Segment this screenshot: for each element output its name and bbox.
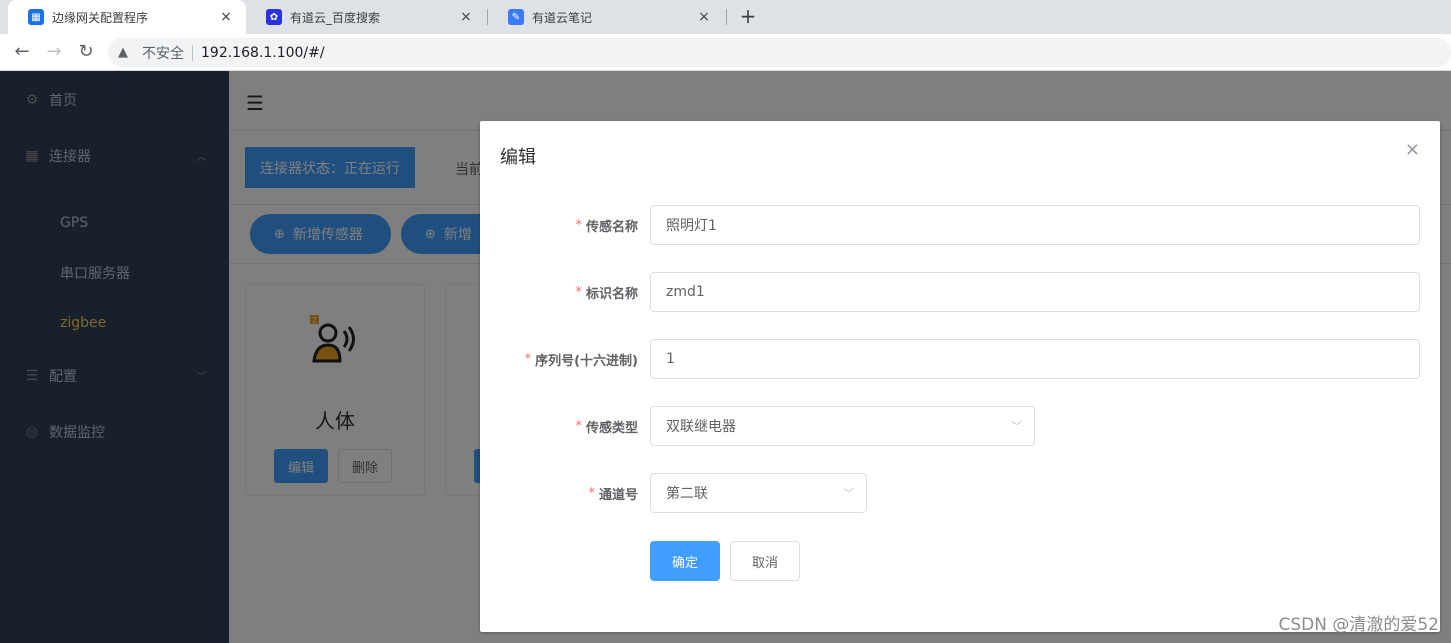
browser-tab-youdao[interactable]: ✎ 有道云笔记 × xyxy=(488,0,724,34)
label-text: 序列号(十六进制) xyxy=(535,353,638,369)
browser-toolbar: ← → ↻ ▲ 不安全 192.168.1.100/#/ xyxy=(0,34,1451,71)
select-value: 第二联 xyxy=(666,486,708,502)
field-label-sensor-name: * 传感名称 xyxy=(575,205,638,245)
back-arrow-icon[interactable]: ← xyxy=(10,40,34,64)
tab-title: 有道云_百度搜索 xyxy=(290,10,381,25)
baidu-favicon-icon: ✿ xyxy=(266,9,282,25)
serial-number-input[interactable]: 1 xyxy=(650,339,1420,379)
required-mark: * xyxy=(524,351,532,367)
url-text[interactable]: 192.168.1.100/#/ xyxy=(201,45,325,61)
chevron-down-icon: ﹀ xyxy=(1011,420,1022,433)
gateway-favicon-icon: ▦ xyxy=(28,9,44,25)
reload-icon[interactable]: ↻ xyxy=(74,40,98,64)
tab-title: 有道云笔记 xyxy=(532,10,593,25)
field-label-serial-number: * 序列号(十六进制) xyxy=(525,339,638,379)
warning-triangle-icon[interactable]: ▲ xyxy=(118,45,134,60)
url-separator xyxy=(192,44,193,61)
browser-tab-baidu[interactable]: ✿ 有道云_百度搜索 × xyxy=(246,0,486,34)
identifier-input[interactable]: zmd1 xyxy=(650,272,1420,312)
security-label[interactable]: 不安全 xyxy=(142,43,184,63)
youdao-favicon-icon: ✎ xyxy=(508,9,524,25)
address-bar[interactable]: ▲ 不安全 192.168.1.100/#/ xyxy=(108,38,1451,67)
select-value: 双联继电器 xyxy=(666,419,736,435)
edit-dialog: 编辑 × * 传感名称 照明灯1 * 标识名称 zmd1 * 序列号(十六进制)… xyxy=(480,121,1440,632)
new-tab-button[interactable]: + xyxy=(736,5,760,29)
label-text: 传感类型 xyxy=(585,420,638,436)
field-label-sensor-type: * 传感类型 xyxy=(575,406,638,446)
field-label-identifier: * 标识名称 xyxy=(575,272,638,312)
required-mark: * xyxy=(575,284,582,300)
chevron-down-icon: ﹀ xyxy=(843,487,854,500)
sensor-type-select[interactable]: 双联继电器 ﹀ xyxy=(650,406,1035,446)
tab-separator xyxy=(726,9,727,25)
label-text: 标识名称 xyxy=(585,286,638,302)
app-root: ⚙ 首页 ▦ 连接器 ︿ GPS 串口服务器 zigbee ☰ 配置 ﹀ ◎ 数… xyxy=(0,71,1451,643)
tab-close-icon[interactable]: × xyxy=(458,9,474,25)
cancel-button[interactable]: 取消 xyxy=(730,541,800,581)
required-mark: * xyxy=(575,418,582,434)
browser-tab-gateway[interactable]: ▦ 边缘网关配置程序 × xyxy=(8,0,246,34)
label-text: 传感名称 xyxy=(585,219,638,235)
forward-arrow-icon[interactable]: → xyxy=(42,40,66,64)
browser-tab-bar: ▦ 边缘网关配置程序 × ✿ 有道云_百度搜索 × ✎ 有道云笔记 × + xyxy=(0,0,1451,34)
watermark: CSDN @清澈的爱52 xyxy=(1278,615,1439,635)
tab-close-icon[interactable]: × xyxy=(696,9,712,25)
label-text: 通道号 xyxy=(598,487,638,503)
field-label-channel: * 通道号 xyxy=(588,473,638,513)
dialog-title: 编辑 xyxy=(500,147,536,168)
close-icon[interactable]: × xyxy=(1405,139,1420,160)
tab-title: 边缘网关配置程序 xyxy=(52,10,149,25)
channel-select[interactable]: 第二联 ﹀ xyxy=(650,473,867,513)
required-mark: * xyxy=(588,485,595,501)
sensor-name-input[interactable]: 照明灯1 xyxy=(650,205,1420,245)
required-mark: * xyxy=(575,217,582,233)
confirm-button[interactable]: 确定 xyxy=(650,541,720,581)
tab-close-icon[interactable]: × xyxy=(218,9,234,25)
